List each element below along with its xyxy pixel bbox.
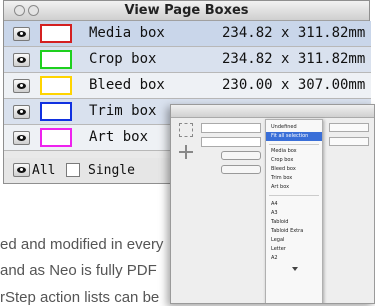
scroll-down-arrow-icon[interactable] <box>292 267 298 271</box>
eye-icon[interactable] <box>13 131 30 145</box>
body-text-line: ed and modified in every <box>0 236 164 253</box>
eye-icon[interactable] <box>13 53 30 67</box>
page-box-transformation-dialog: Undefined Fit all selection Media box Cr… <box>170 104 375 304</box>
panel-titlebar: View Page Boxes <box>4 1 369 21</box>
menu-item[interactable]: Tabloid <box>266 218 322 227</box>
eye-icon[interactable] <box>13 163 30 177</box>
menu-item[interactable]: Bleed box <box>266 165 322 174</box>
eye-icon[interactable] <box>13 105 30 119</box>
menu-item[interactable]: Letter <box>266 245 322 254</box>
box-preset-menu: Undefined Fit all selection Media box Cr… <box>265 119 323 303</box>
panel-title: View Page Boxes <box>124 3 249 18</box>
bleed-box-color-swatch[interactable] <box>40 76 72 95</box>
body-text-line: rStep action lists can be <box>0 289 160 306</box>
menu-item[interactable]: Crop box <box>266 156 322 165</box>
menu-item[interactable]: Legal <box>266 236 322 245</box>
all-label: All <box>32 163 56 178</box>
menu-separator <box>269 144 319 145</box>
menu-item[interactable]: A2 <box>266 254 322 263</box>
box-name: Trim box <box>89 103 157 119</box>
crop-icon[interactable] <box>179 123 193 137</box>
right-field[interactable] <box>329 123 369 132</box>
box-dimensions: 230.00 x 307.00mm <box>222 77 366 93</box>
trim-box-color-swatch[interactable] <box>40 102 72 121</box>
body-text-line: and as Neo is fully PDF <box>0 262 157 279</box>
menu-item[interactable]: Media box <box>266 147 322 156</box>
single-label: Single <box>88 163 135 178</box>
size-select[interactable] <box>221 165 261 174</box>
art-box-color-swatch[interactable] <box>40 128 72 147</box>
menu-item-selected[interactable]: Fit all selection <box>266 132 322 141</box>
box-name: Crop box <box>89 51 157 67</box>
menu-item[interactable]: Trim box <box>266 174 322 183</box>
menu-item[interactable]: Tabloid Extra <box>266 227 322 236</box>
eye-icon[interactable] <box>13 79 30 93</box>
current-select[interactable] <box>221 151 261 160</box>
menu-item[interactable]: A4 <box>266 200 322 209</box>
box-row-media[interactable]: Media box 234.82 x 311.82mm <box>4 21 371 47</box>
box-row-crop[interactable]: Crop box 234.82 x 311.82mm <box>4 47 371 73</box>
single-checkbox[interactable] <box>66 163 80 177</box>
crop-box-color-swatch[interactable] <box>40 50 72 69</box>
menu-item[interactable]: Undefined <box>266 123 322 132</box>
box-name: Media box <box>89 25 165 41</box>
menu-separator <box>269 195 319 196</box>
eye-icon[interactable] <box>13 27 30 41</box>
box-dimensions: 234.82 x 311.82mm <box>222 25 366 41</box>
box-name: Art box <box>89 129 149 145</box>
box-row-bleed[interactable]: Bleed box 230.00 x 307.00mm <box>4 73 371 99</box>
menu-item[interactable]: Art box <box>266 183 322 192</box>
box-dimensions: 234.82 x 311.82mm <box>222 51 366 67</box>
dialog-titlebar <box>171 105 374 118</box>
height-field[interactable] <box>201 137 261 147</box>
right-field[interactable] <box>329 137 369 146</box>
menu-item[interactable]: A3 <box>266 209 322 218</box>
media-box-color-swatch[interactable] <box>40 24 72 43</box>
crosshair-icon[interactable] <box>179 145 193 159</box>
box-name: Bleed box <box>89 77 165 93</box>
width-field[interactable] <box>201 123 261 133</box>
